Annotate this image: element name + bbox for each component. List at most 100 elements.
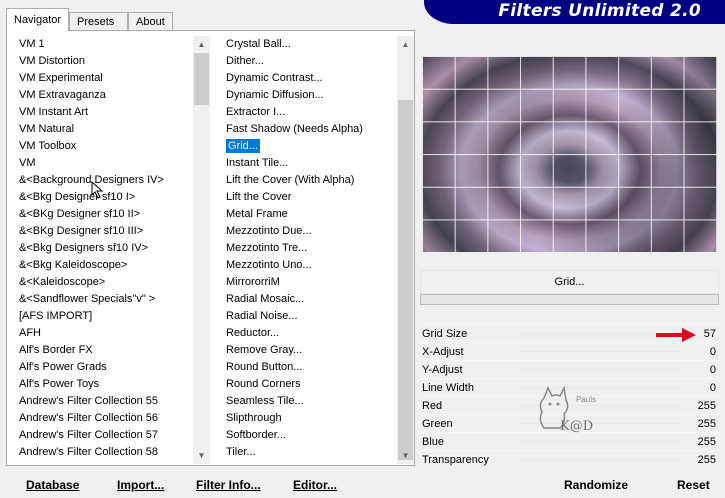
filter-scrollbar[interactable]: ▲ ▼: [397, 36, 414, 464]
filter-item-label: Lift the Cover (With Alpha): [226, 174, 355, 186]
filter-item-label: Round Button...: [226, 361, 303, 373]
filter-item-label: Dither...: [226, 55, 264, 67]
category-scrollbar[interactable]: ▲ ▼: [193, 36, 210, 464]
filter-item[interactable]: Dynamic Diffusion...: [225, 87, 399, 104]
category-item[interactable]: Andrew's Filter Collection 58: [17, 444, 191, 461]
param-value: 255: [697, 400, 716, 412]
category-item[interactable]: &<Kaleidoscope>: [17, 274, 191, 291]
navigator-panel: VM 1 VM Distortion VM Experimental VM Extra…: [6, 30, 415, 466]
category-item[interactable]: VM 1: [17, 36, 191, 53]
category-item[interactable]: VM: [17, 155, 191, 172]
red-arrow-icon: [656, 328, 696, 342]
filter-item[interactable]: Mezzotinto Uno...: [225, 257, 399, 274]
title-banner: Filters Unlimited 2.0: [424, 0, 725, 24]
filter-item[interactable]: Transfer...: [225, 461, 399, 464]
param-slider-row[interactable]: Y-Adjust 0: [420, 360, 719, 378]
filter-item[interactable]: Fast Shadow (Needs Alpha): [225, 121, 399, 138]
scroll-up-icon[interactable]: ▲: [397, 36, 414, 53]
filter-item[interactable]: Reductor...: [225, 325, 399, 342]
category-item[interactable]: VM Distortion: [17, 53, 191, 70]
filter-item-label: Crystal Ball...: [226, 38, 291, 50]
scroll-thumb[interactable]: [398, 100, 413, 460]
watermark-logo: K@D Pauls: [539, 385, 596, 434]
category-item[interactable]: &<BKg Designer sf10 III>: [17, 223, 191, 240]
param-slider-track[interactable]: [520, 369, 680, 370]
scroll-thumb[interactable]: [194, 53, 209, 105]
filter-item[interactable]: Tiler...: [225, 444, 399, 461]
filter-item-label: Mezzotinto Tre...: [226, 242, 308, 254]
category-item[interactable]: Alf's Power Toys: [17, 376, 191, 393]
category-item[interactable]: Andrew's Filter Collection 55: [17, 393, 191, 410]
category-list[interactable]: VM 1 VM Distortion VM Experimental VM Extra…: [17, 36, 191, 464]
scroll-up-icon[interactable]: ▲: [193, 36, 210, 53]
param-value: 0: [709, 346, 716, 358]
category-item[interactable]: VM Natural: [17, 121, 191, 138]
param-slider-track[interactable]: [520, 351, 680, 352]
scroll-down-icon[interactable]: ▼: [193, 447, 210, 464]
category-item[interactable]: &<Bkg Kaleidoscope>: [17, 257, 191, 274]
param-slider-track[interactable]: [520, 459, 680, 460]
randomize-button[interactable]: Randomize: [564, 476, 628, 494]
filter-item[interactable]: Crystal Ball...: [225, 36, 399, 53]
param-label: Green: [422, 418, 453, 430]
filter-item[interactable]: Remove Gray...: [225, 342, 399, 359]
filter-item[interactable]: Metal Frame: [225, 206, 399, 223]
param-value: 255: [697, 436, 716, 448]
param-slider-row[interactable]: X-Adjust 0: [420, 342, 719, 360]
filter-item[interactable]: Dither...: [225, 53, 399, 70]
database-button[interactable]: Database: [26, 476, 79, 494]
filter-item[interactable]: Lift the Cover (With Alpha): [225, 172, 399, 189]
filter-item[interactable]: Extractor I...: [225, 104, 399, 121]
filter-item[interactable]: Radial Mosaic...: [225, 291, 399, 308]
filter-item[interactable]: MirrororriM: [225, 274, 399, 291]
param-slider-row[interactable]: Transparency 255: [420, 450, 719, 468]
category-item[interactable]: &<Sandflower Specials"v" >: [17, 291, 191, 308]
tab-presets[interactable]: Presets: [69, 12, 128, 31]
category-item[interactable]: AFH: [17, 325, 191, 342]
category-item[interactable]: Andrew's Filter Collection 57: [17, 427, 191, 444]
category-item[interactable]: &<BKg Designer sf10 II>: [17, 206, 191, 223]
filter-item-label: Instant Tile...: [226, 157, 289, 169]
category-item[interactable]: Alf's Power Grads: [17, 359, 191, 376]
category-item[interactable]: VM Extravaganza: [17, 87, 191, 104]
category-item[interactable]: [AFS IMPORT]: [17, 308, 191, 325]
filter-item[interactable]: Grid...: [225, 138, 399, 155]
filter-item[interactable]: Round Button...: [225, 359, 399, 376]
filter-item-label: MirrororriM: [226, 276, 280, 288]
reset-button[interactable]: Reset: [677, 476, 710, 494]
filter-item[interactable]: Mezzotinto Tre...: [225, 240, 399, 257]
filter-item[interactable]: Round Corners: [225, 376, 399, 393]
param-value: 57: [703, 328, 716, 340]
category-item[interactable]: &<Bkg Designers sf10 IV>: [17, 240, 191, 257]
category-item[interactable]: VM Instant Art: [17, 104, 191, 121]
filter-item-label: Fast Shadow (Needs Alpha): [226, 123, 363, 135]
category-item[interactable]: VM Toolbox: [17, 138, 191, 155]
category-item[interactable]: Alf's Border FX: [17, 342, 191, 359]
category-item[interactable]: Andrew's Filter Collection 56: [17, 410, 191, 427]
param-label: Transparency: [422, 454, 489, 466]
filter-item[interactable]: Instant Tile...: [225, 155, 399, 172]
category-item[interactable]: Andrew's Filter Collection 59: [17, 461, 191, 464]
category-item[interactable]: VM Experimental: [17, 70, 191, 87]
filter-item[interactable]: Dynamic Contrast...: [225, 70, 399, 87]
filter-item[interactable]: Slipthrough: [225, 410, 399, 427]
filter-item[interactable]: Lift the Cover: [225, 189, 399, 206]
scroll-down-icon[interactable]: ▼: [397, 447, 414, 464]
filter-item[interactable]: Softborder...: [225, 427, 399, 444]
param-label: X-Adjust: [422, 346, 464, 358]
filter-item[interactable]: Mezzotinto Due...: [225, 223, 399, 240]
filter-list[interactable]: Crystal Ball... Dither... Dynamic Contrast…: [225, 36, 399, 464]
tab-navigator[interactable]: Navigator: [6, 8, 69, 31]
filter-info-button[interactable]: Filter Info...: [196, 476, 261, 494]
filter-name-button[interactable]: Grid...: [420, 270, 719, 294]
filter-item-label: Grid...: [226, 139, 260, 153]
param-label: Grid Size: [422, 328, 468, 340]
filter-item-label: Mezzotinto Uno...: [226, 259, 312, 271]
import-button[interactable]: Import...: [117, 476, 164, 494]
mouse-cursor-icon: [91, 181, 104, 199]
editor-button[interactable]: Editor...: [293, 476, 337, 494]
tab-about[interactable]: About: [128, 12, 173, 31]
filter-item[interactable]: Seamless Tile...: [225, 393, 399, 410]
param-label: Line Width: [422, 382, 474, 394]
filter-item[interactable]: Radial Noise...: [225, 308, 399, 325]
